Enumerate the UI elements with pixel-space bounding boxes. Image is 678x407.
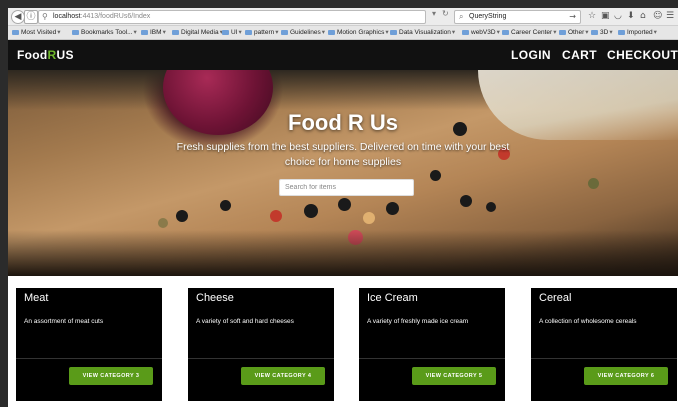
peppercorn (588, 178, 599, 189)
bookmark-ibm[interactable]: IBM▾ (141, 28, 166, 36)
folder-icon (559, 30, 566, 35)
bookmark-ui[interactable]: UI▾ (222, 28, 242, 36)
folder-icon (72, 30, 79, 35)
folder-icon (172, 30, 179, 35)
browser-search-text: QueryString (469, 13, 507, 20)
search-go-icon[interactable]: → (569, 12, 576, 21)
bookmark-bookmarks-tool[interactable]: Bookmarks Tool...▾ (72, 28, 137, 36)
nav-checkout-link[interactable]: CHECKOUT (607, 48, 678, 62)
category-title: Meat (24, 292, 49, 304)
dropdown-icon[interactable]: ▾ (432, 9, 436, 18)
peppercorn (486, 202, 496, 212)
search-icon: ⌕ (459, 12, 464, 21)
peppercorn (176, 210, 188, 222)
peppercorn (270, 210, 282, 222)
card-divider (531, 358, 677, 359)
peppercorn (460, 195, 472, 207)
chat-icon[interactable]: ☺ (653, 11, 662, 21)
category-title: Cheese (196, 292, 234, 304)
bookmark-3d[interactable]: 3D▾ (591, 28, 613, 36)
bookmark-digital-media[interactable]: Digital Media▾ (172, 28, 223, 36)
view-category-4-button[interactable]: VIEW CATEGORY 4 (241, 367, 325, 385)
folder-icon (222, 30, 229, 35)
folder-icon (12, 30, 19, 35)
nav-login-link[interactable]: LOGIN (511, 48, 551, 62)
category-description: A variety of freshly made ice cream (367, 318, 469, 325)
bookmark-webv3d[interactable]: webV3D▾ (462, 28, 500, 36)
bookmark-pattern[interactable]: pattern▾ (245, 28, 279, 36)
folder-icon (328, 30, 335, 35)
download-icon[interactable]: ⬇ (627, 11, 635, 21)
brand-logo[interactable]: FoodRUS (17, 48, 74, 62)
peppercorn (386, 202, 399, 215)
home-icon[interactable]: ⌂ (640, 11, 646, 21)
folder-icon (245, 30, 252, 35)
folder-icon (618, 30, 625, 35)
bookmark-other[interactable]: Other▾ (559, 28, 589, 36)
page-info-icon: ⚲ (42, 12, 48, 21)
menu-icon[interactable]: ☰ (666, 11, 674, 21)
hero-title: Food R Us (288, 110, 398, 135)
peppercorn (338, 198, 351, 211)
category-description: A variety of soft and hard cheeses (196, 318, 294, 325)
bookmark-most-visited[interactable]: Most Visited▾ (12, 28, 61, 36)
url-path: :4413/foodRUs6/Index (80, 13, 151, 20)
site-navbar: FoodRUS LOGIN CART CHECKOUT (8, 40, 678, 70)
category-title: Ice Cream (367, 292, 418, 304)
url-host: localhost (53, 13, 81, 20)
peppercorn (363, 212, 375, 224)
category-title: Cereal (539, 292, 572, 304)
bookmark-data-visualization[interactable]: Data Visualization▾ (390, 28, 455, 36)
card-divider (16, 358, 162, 359)
hero-subtitle: Fresh supplies from the best suppliers. … (176, 141, 510, 168)
hero-shade (8, 230, 678, 276)
folder-icon (141, 30, 148, 35)
bookmark-career-center[interactable]: Career Center▾ (502, 28, 556, 36)
browser-search-box[interactable]: ⌕ QueryString → (454, 10, 581, 24)
category-card-cereal: Cereal A collection of wholesome cereals… (531, 288, 677, 401)
clipboard-icon[interactable]: ▣ (601, 11, 610, 21)
nav-cart-link[interactable]: CART (562, 48, 597, 62)
bookmark-motion-graphics[interactable]: Motion Graphics▾ (328, 28, 389, 36)
card-divider (359, 358, 505, 359)
view-category-6-button[interactable]: VIEW CATEGORY 6 (584, 367, 668, 385)
category-description: A collection of wholesome cereals (539, 318, 637, 325)
category-card-cheese: Cheese A variety of soft and hard cheese… (188, 288, 334, 401)
bookmarks-bar: Most Visited▾ Bookmarks Tool...▾ IBM▾ Di… (8, 26, 678, 40)
peppercorn (158, 218, 168, 228)
browser-toolbar: ◀ ⓘ ⚲ localhost:4413/foodRUs6/Index ▾ ↻ … (8, 8, 678, 26)
folder-icon (390, 30, 397, 35)
folder-icon (591, 30, 598, 35)
back-icon[interactable]: ◀ (11, 10, 25, 24)
bookmark-guidelines[interactable]: Guidelines▾ (281, 28, 325, 36)
search-input[interactable] (279, 179, 414, 196)
pocket-icon[interactable]: ◡ (614, 11, 622, 21)
view-category-3-button[interactable]: VIEW CATEGORY 3 (69, 367, 153, 385)
peppercorn (304, 204, 318, 218)
reload-icon[interactable]: ↻ (442, 9, 449, 18)
category-card-ice-cream: Ice Cream A variety of freshly made ice … (359, 288, 505, 401)
hero-banner: Food R Us Fresh supplies from the best s… (8, 70, 678, 276)
bookmark-imported[interactable]: Imported▾ (618, 28, 657, 36)
folder-icon (462, 30, 469, 35)
card-divider (188, 358, 334, 359)
star-icon[interactable]: ☆ (588, 11, 596, 21)
identity-icon[interactable]: ⓘ (24, 10, 38, 24)
peppercorn (220, 200, 231, 211)
folder-icon (502, 30, 509, 35)
folder-icon (281, 30, 288, 35)
address-bar[interactable]: ⚲ localhost:4413/foodRUs6/Index (38, 10, 426, 24)
category-description: An assortment of meat cuts (24, 318, 104, 325)
view-category-5-button[interactable]: VIEW CATEGORY 5 (412, 367, 496, 385)
categories-section: Meat An assortment of meat cuts VIEW CAT… (8, 276, 678, 407)
category-card-meat: Meat An assortment of meat cuts VIEW CAT… (16, 288, 162, 401)
peppercorn (430, 170, 441, 181)
